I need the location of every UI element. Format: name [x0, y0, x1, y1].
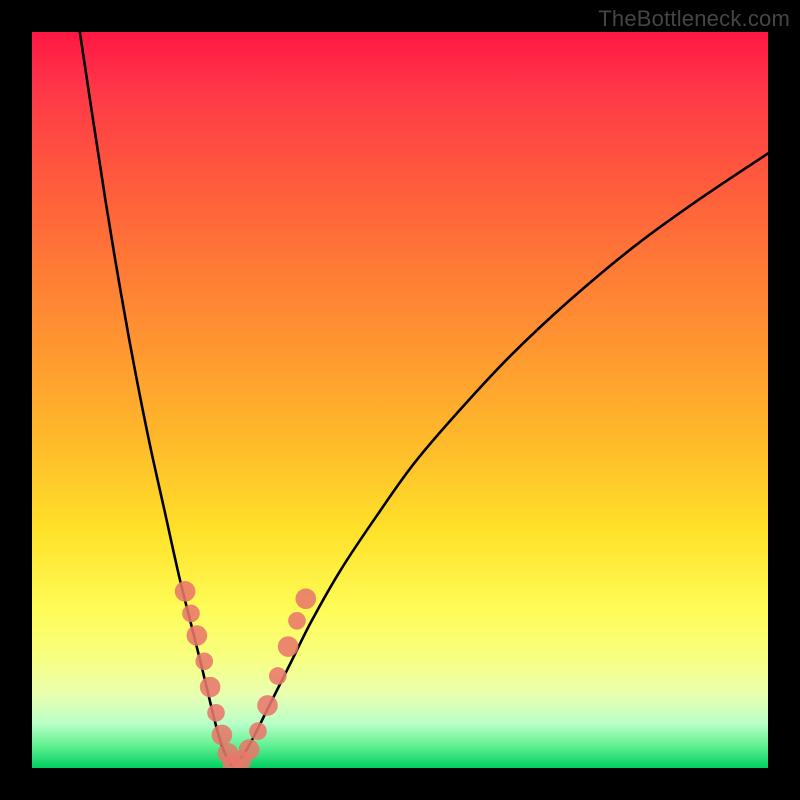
data-marker: [175, 581, 196, 602]
chart-svg: [32, 32, 768, 768]
data-marker: [269, 667, 287, 685]
data-marker: [200, 677, 221, 698]
data-marker: [278, 636, 299, 657]
data-marker: [212, 725, 233, 746]
data-marker: [207, 704, 225, 722]
chart-frame: TheBottleneck.com: [0, 0, 800, 800]
data-marker: [182, 605, 200, 623]
data-marker: [295, 588, 316, 609]
data-marker: [195, 652, 213, 670]
data-marker: [288, 612, 306, 630]
data-marker: [249, 722, 267, 740]
watermark-text: TheBottleneck.com: [598, 6, 790, 32]
data-marker: [257, 695, 278, 716]
chart-plot-area: [32, 32, 768, 768]
marker-layer: [175, 581, 316, 768]
data-marker: [239, 739, 260, 760]
curve-right-curve: [233, 153, 768, 765]
curve-layer: [80, 32, 768, 766]
data-marker: [187, 625, 208, 646]
